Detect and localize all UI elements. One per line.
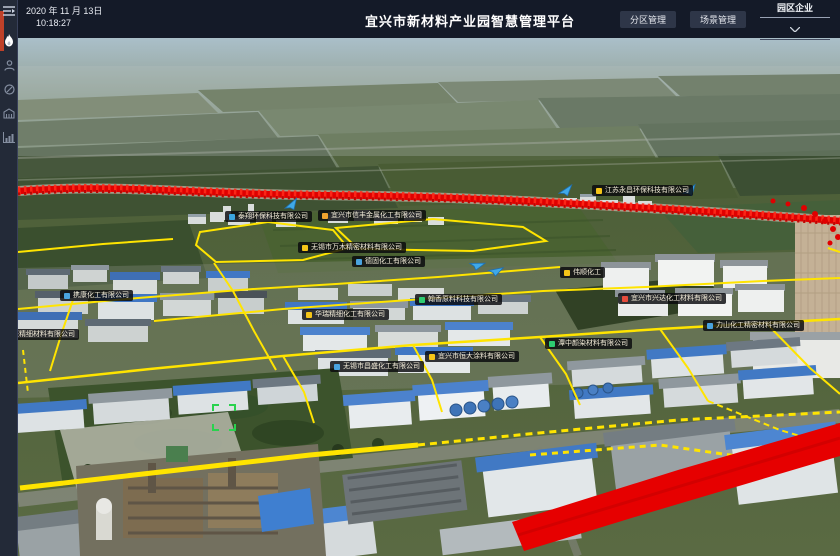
map-3d-view[interactable]: 泰翔环保科技有限公司 宜兴市信丰金属化工有限公司无锡市万木精密材料有限公司德固化工…	[18, 38, 840, 556]
datetime: 2020 年 11 月 13日 10:18:27	[26, 5, 102, 29]
company-label-text: 翰香原料科技有限公司	[428, 296, 498, 303]
menu-icon[interactable]	[0, 1, 18, 21]
company-label[interactable]: 宜兴市恒大涂料有限公司	[425, 351, 519, 362]
company-label-text: 携康化工有限公司	[73, 292, 129, 299]
company-marker-icon	[302, 245, 308, 251]
header-bar: 2020 年 11 月 13日 10:18:27 宜兴市新材料产业园智慧管理平台…	[18, 0, 840, 38]
company-label[interactable]: 伟顺化工	[560, 267, 605, 278]
header-actions: 分区管理 场景管理 园区企业	[620, 0, 830, 38]
time-label: 10:18:27	[36, 17, 102, 29]
company-label[interactable]: 无锡市昌盛化工有限公司	[330, 361, 424, 372]
company-label[interactable]: 力山化工精密材料有限公司	[703, 320, 804, 331]
company-marker-icon	[549, 341, 555, 347]
company-label[interactable]: 宜兴市兴达化工材料有限公司	[618, 293, 726, 304]
company-label-text: 泰翔环保科技有限公司	[238, 213, 308, 220]
company-marker-icon	[306, 312, 312, 318]
bar-chart-icon[interactable]	[0, 127, 18, 147]
date-label: 2020 年 11 月 13日	[26, 5, 102, 17]
company-marker-icon	[564, 270, 570, 276]
company-label[interactable]: 翰香原料科技有限公司	[415, 294, 502, 305]
company-marker-icon	[622, 296, 628, 302]
company-label-text: 潭中颜染材料有限公司	[558, 340, 628, 347]
sidebar	[0, 0, 18, 556]
company-label[interactable]: 德固化工有限公司	[352, 256, 425, 267]
company-marker-icon	[429, 354, 435, 360]
company-label-text: 无锡市昌盛化工有限公司	[343, 363, 420, 370]
company-label[interactable]: 江苏永昌环保科技有限公司	[592, 185, 693, 196]
flame-icon[interactable]	[0, 30, 18, 50]
park-enterprise-dropdown[interactable]: 园区企业	[760, 0, 830, 40]
company-label[interactable]: 携康化工有限公司	[60, 290, 133, 301]
user-icon[interactable]	[0, 55, 18, 75]
company-label-text: 德固化工有限公司	[365, 258, 421, 265]
company-marker-icon	[64, 293, 70, 299]
company-label-text: 伟顺化工	[573, 269, 601, 276]
company-label-text: 宜兴市兴达化工材料有限公司	[631, 295, 722, 302]
scene-management-button[interactable]: 场景管理	[690, 11, 746, 28]
company-marker-icon	[419, 297, 425, 303]
company-marker-icon	[707, 323, 713, 329]
company-label-text: 力山化工精密材料有限公司	[716, 322, 800, 329]
company-label-text: 无锡市万木精密材料有限公司	[311, 244, 402, 251]
company-marker-icon	[229, 214, 235, 220]
company-label-text: 华瑞精细化工有限公司	[315, 311, 385, 318]
company-label[interactable]: 宜兴市信丰金属化工有限公司	[318, 210, 426, 221]
company-marker-icon	[334, 364, 340, 370]
company-label[interactable]: 潭中颜染材料有限公司	[545, 338, 632, 349]
company-label[interactable]: 无锡市万木精密材料有限公司	[298, 242, 406, 253]
gauge-icon[interactable]	[0, 79, 18, 99]
company-label-text: 宜兴市信丰金属化工有限公司	[331, 212, 422, 219]
company-label-text: 宜兴市恒大涂料有限公司	[438, 353, 515, 360]
company-marker-icon	[356, 259, 362, 265]
company-label-text: 宜兴精细材料有限公司	[18, 331, 75, 338]
company-label-text: 江苏永昌环保科技有限公司	[605, 187, 689, 194]
app-root: 2020 年 11 月 13日 10:18:27 宜兴市新材料产业园智慧管理平台…	[0, 0, 840, 556]
factory-icon[interactable]	[0, 103, 18, 123]
zone-management-button[interactable]: 分区管理	[620, 11, 676, 28]
company-label[interactable]: 泰翔环保科技有限公司	[225, 211, 312, 222]
plane-icon[interactable]	[557, 183, 576, 204]
divider	[760, 39, 830, 40]
company-label[interactable]: 华瑞精细化工有限公司	[302, 309, 389, 320]
company-label[interactable]: 宜兴精细材料有限公司	[18, 329, 79, 340]
page-title: 宜兴市新材料产业园智慧管理平台	[365, 11, 575, 30]
dropdown-label: 园区企业	[760, 0, 830, 17]
company-marker-icon	[596, 188, 602, 194]
company-marker-icon	[322, 213, 328, 219]
chevron-down-icon	[760, 18, 830, 39]
